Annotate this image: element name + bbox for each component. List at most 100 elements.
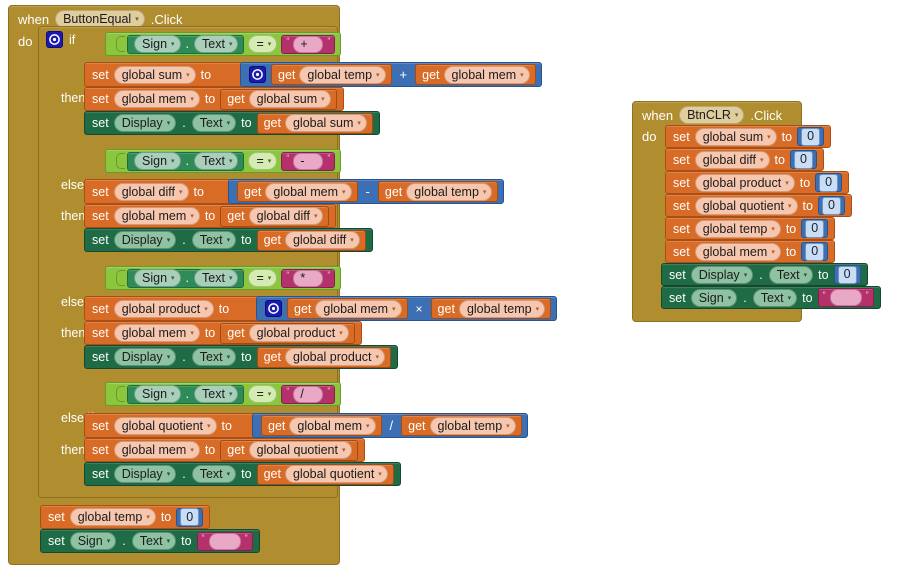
variable-dropdown-src-4[interactable]: global quotient ▾ — [248, 441, 352, 459]
mutator-gear-icon[interactable] — [46, 31, 63, 48]
variable-dropdown-operand-right[interactable]: global temp ▾ — [429, 416, 516, 435]
text-literal-field-blank-1[interactable] — [208, 532, 241, 550]
statement-set-sign-blank[interactable]: set Sign ▾ . Text ▾ to “ ” — [40, 529, 260, 553]
text-literal-field-blank-2[interactable] — [829, 289, 862, 306]
get-variable-block-temp-2[interactable]: get global temp ▾ — [377, 181, 499, 202]
mutator-gear-icon[interactable] — [249, 66, 266, 83]
set-variable-block-clr-2[interactable]: set global product ▾ to 0 — [665, 171, 850, 194]
statement-set-mem-2[interactable]: set global mem ▾ to get global diff ▾ — [84, 204, 504, 228]
get-variable-block-sum-1[interactable]: get global sum ▾ — [220, 88, 337, 110]
component-getter-sign-text-4[interactable]: Sign ▾ . Text ▾ — [127, 384, 245, 404]
set-variable-block-mem-3[interactable]: set global mem ▾ to get global product ▾ — [84, 321, 362, 345]
number-field[interactable]: 0 — [805, 219, 825, 238]
component-dropdown-sign-reset[interactable]: Sign ▾ — [69, 532, 117, 550]
operator-dropdown-3[interactable]: = ▾ — [248, 269, 278, 287]
number-block-clr-2[interactable]: 0 — [815, 173, 843, 192]
text-literal-block-4[interactable]: “ / ” — [281, 384, 336, 404]
statement-set-mem-3[interactable]: set global mem ▾ to get global product ▾ — [84, 321, 557, 345]
property-dropdown-text-4[interactable]: Text ▾ — [194, 385, 239, 403]
get-variable-block-temp[interactable]: get global temp ▾ — [271, 64, 392, 85]
condition-row-1[interactable]: Sign ▾ . Text ▾ = ▾ “ + ” — [105, 32, 342, 56]
operator-dropdown-1[interactable]: = ▾ — [248, 35, 278, 53]
set-component-property-block-2[interactable]: set Display ▾ . Text ▾ to get global dif… — [84, 228, 373, 252]
variable-dropdown-operand-right[interactable]: global mem ▾ — [443, 65, 530, 84]
get-variable-block-diff-1[interactable]: get global diff ▾ — [220, 205, 330, 227]
comparison-block-2[interactable]: Sign ▾ . Text ▾ = ▾ “ - ” — [105, 149, 342, 173]
property-dropdown-text-d4[interactable]: Text ▾ — [191, 465, 237, 483]
variable-dropdown-display-src-3[interactable]: global product ▾ — [284, 348, 386, 366]
component-dropdown-display-2[interactable]: Display ▾ — [113, 231, 177, 249]
variable-dropdown-3[interactable]: global product ▾ — [113, 299, 214, 318]
component-dropdown-sign-4[interactable]: Sign ▾ — [134, 385, 181, 403]
set-component-property-clr-sign[interactable]: set Sign ▾ . Text ▾ to “ ” — [661, 286, 881, 309]
statement-set-temp-zero[interactable]: set global temp ▾ to 0 — [40, 505, 260, 529]
variable-dropdown-4[interactable]: global quotient ▾ — [113, 416, 217, 435]
variable-dropdown-temp-reset[interactable]: global temp ▾ — [69, 508, 156, 526]
statement-set-display-4[interactable]: set Display ▾ . Text ▾ to get global quo… — [84, 462, 528, 486]
statement-clear-sum[interactable]: set global sum ▾ to 0 — [665, 125, 881, 148]
number-block-clr-0[interactable]: 0 — [797, 127, 825, 146]
statement-clear-quotient[interactable]: set global quotient ▾ to 0 — [665, 194, 881, 217]
text-literal-block-blank-1[interactable]: “ ” — [196, 531, 253, 551]
set-variable-block-clr-3[interactable]: set global quotient ▾ to 0 — [665, 194, 852, 217]
operator-dropdown-4[interactable]: = ▾ — [248, 385, 278, 403]
text-literal-block-3[interactable]: “ * ” — [281, 268, 336, 288]
branch-1-statements[interactable]: set global sum ▾ to get global temp ▾ + … — [84, 62, 542, 135]
trailing-statements[interactable]: set global temp ▾ to 0 set Sign ▾ . Text… — [40, 505, 260, 553]
get-variable-block-product-1[interactable]: get global product ▾ — [220, 322, 355, 344]
number-block-clr-display[interactable]: 0 — [833, 265, 861, 284]
statement-clear-product[interactable]: set global product ▾ to 0 — [665, 171, 881, 194]
statement-clear-mem[interactable]: set global mem ▾ to 0 — [665, 240, 881, 263]
variable-dropdown-clr-3[interactable]: global quotient ▾ — [694, 196, 798, 215]
component-dropdown-sign-3[interactable]: Sign ▾ — [134, 269, 181, 287]
branch-2-statements[interactable]: set global diff ▾ to get global mem ▾ - — [84, 179, 505, 252]
statement-set-diff[interactable]: set global diff ▾ to get global mem ▾ - — [84, 179, 505, 204]
math-add-block[interactable]: get global temp ▾ + get global mem ▾ — [240, 62, 542, 87]
variable-dropdown-src-3[interactable]: global product ▾ — [248, 324, 349, 342]
get-variable-block-temp-3[interactable]: get global temp ▾ — [430, 298, 552, 319]
text-literal-block-1[interactable]: “ + ” — [281, 34, 336, 54]
mutator-gear-icon[interactable] — [265, 300, 282, 317]
get-variable-block-quotient-1[interactable]: get global quotient ▾ — [220, 439, 358, 461]
condition-row-4[interactable]: Sign ▾ . Text ▾ = ▾ “ / ” — [105, 382, 342, 406]
set-variable-block-clr-0[interactable]: set global sum ▾ to 0 — [665, 125, 832, 148]
get-variable-block-display-3[interactable]: get global product ▾ — [256, 346, 392, 368]
variable-dropdown-2[interactable]: global diff ▾ — [113, 182, 189, 201]
variable-dropdown-clr-1[interactable]: global diff ▾ — [694, 150, 770, 169]
property-dropdown-text-2[interactable]: Text ▾ — [194, 152, 239, 170]
set-variable-block-clr-1[interactable]: set global diff ▾ to 0 — [665, 148, 824, 171]
number-field[interactable]: 0 — [793, 150, 813, 169]
statement-clear-diff[interactable]: set global diff ▾ to 0 — [665, 148, 881, 171]
clear-statements[interactable]: set global sum ▾ to 0 set global diff ▾ … — [661, 125, 881, 309]
get-variable-block-mem[interactable]: get global mem ▾ — [415, 64, 536, 85]
set-variable-block-mem-2[interactable]: set global mem ▾ to get global diff ▾ — [84, 204, 337, 228]
condition-row-3[interactable]: Sign ▾ . Text ▾ = ▾ “ * ” — [105, 266, 342, 290]
number-field[interactable]: 0 — [180, 508, 200, 526]
statement-set-display-1[interactable]: set Display ▾ . Text ▾ to get global sum… — [84, 111, 542, 135]
set-component-property-block-4[interactable]: set Display ▾ . Text ▾ to get global quo… — [84, 462, 401, 486]
variable-dropdown-operand-right[interactable]: global temp ▾ — [406, 182, 493, 201]
branch-3-statements[interactable]: set global product ▾ to get global mem ▾ — [84, 296, 558, 369]
set-variable-block-1[interactable]: set global sum ▾ to — [84, 62, 244, 87]
number-field[interactable]: 0 — [819, 173, 839, 192]
component-dropdown-display-4[interactable]: Display ▾ — [113, 465, 177, 483]
property-dropdown-text-1[interactable]: Text ▾ — [194, 35, 239, 53]
variable-dropdown-display-src-4[interactable]: global quotient ▾ — [284, 465, 388, 483]
statement-set-sum[interactable]: set global sum ▾ to get global temp ▾ + … — [84, 62, 542, 87]
variable-dropdown-clr-0[interactable]: global sum ▾ — [694, 127, 777, 146]
number-field[interactable]: 0 — [801, 127, 821, 146]
statement-set-quotient[interactable]: set global quotient ▾ to get global mem … — [84, 413, 528, 438]
get-variable-block-mem-4[interactable]: get global mem ▾ — [261, 415, 382, 436]
text-literal-field-3[interactable]: * — [293, 269, 324, 287]
variable-dropdown-src-2[interactable]: global diff ▾ — [248, 207, 324, 225]
variable-dropdown-1[interactable]: global sum ▾ — [113, 65, 196, 84]
math-multiply-block[interactable]: get global mem ▾ × get global temp ▾ — [256, 296, 558, 321]
statement-set-display-3[interactable]: set Display ▾ . Text ▾ to get global pro… — [84, 345, 557, 369]
statement-clear-sign[interactable]: set Sign ▾ . Text ▾ to “ ” — [661, 286, 881, 309]
get-variable-block-display-4[interactable]: get global quotient ▾ — [256, 463, 394, 485]
get-variable-block-temp-4[interactable]: get global temp ▾ — [401, 415, 522, 436]
variable-dropdown-clr-5[interactable]: global mem ▾ — [694, 242, 781, 261]
statement-clear-temp[interactable]: set global temp ▾ to 0 — [665, 217, 881, 240]
component-getter-sign-text-2[interactable]: Sign ▾ . Text ▾ — [127, 151, 245, 171]
variable-dropdown-mem-3[interactable]: global mem ▾ — [113, 324, 200, 342]
